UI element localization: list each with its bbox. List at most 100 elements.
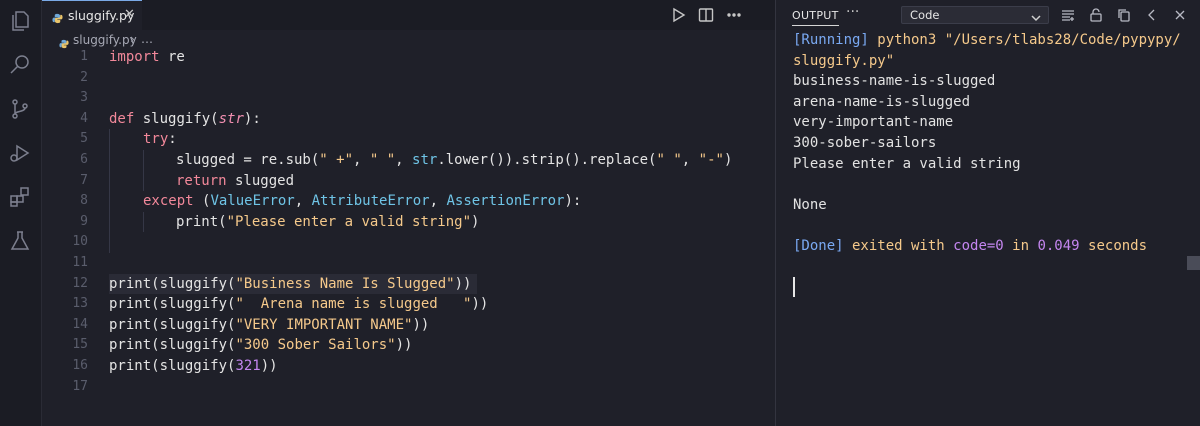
run-debug-icon[interactable]	[8, 141, 32, 165]
class-name: ValueError	[210, 193, 295, 210]
keyword: return	[176, 172, 227, 189]
log-line: very-important-name	[793, 114, 954, 131]
code-text: print(sluggify(	[109, 357, 236, 374]
class-name: AssertionError	[446, 193, 565, 210]
string: " "	[656, 151, 682, 168]
function-name: sluggify(	[134, 110, 219, 127]
tab-sluggify[interactable]: sluggify.py ✕	[42, 0, 142, 30]
code-line: 7 return slugged	[42, 170, 775, 192]
text-cursor	[793, 277, 795, 297]
testing-icon[interactable]	[8, 229, 32, 253]
line-number: 14	[72, 316, 88, 332]
line-number: 9	[80, 213, 88, 229]
code-text: ):	[243, 110, 261, 127]
output-panel: OUTPUT ··· Code [Running] python3 "/User…	[776, 0, 1200, 426]
line-number: 2	[80, 69, 88, 85]
code-text: ))	[260, 357, 278, 374]
activity-bar	[0, 0, 42, 426]
split-editor-icon[interactable]	[697, 6, 715, 24]
code-line: 15 print(sluggify("300 Sober Sailors"))	[42, 335, 775, 356]
code-line: 3	[42, 88, 775, 109]
line-number: 15	[72, 337, 88, 353]
panel-more-icon[interactable]: ···	[846, 4, 859, 20]
output-channel-select[interactable]: Code	[901, 6, 1049, 24]
lock-icon[interactable]	[1088, 7, 1104, 23]
keyword: try	[143, 131, 169, 148]
code-line: 11	[42, 253, 775, 274]
keyword: except	[143, 193, 194, 210]
string: " +"	[319, 151, 354, 168]
code-text: print(sluggify(	[109, 316, 236, 333]
code-text: slugged	[226, 172, 295, 189]
output-log[interactable]: [Running] python3 "/Users/tlabs28/Code/p…	[793, 30, 1188, 257]
filter-list-icon[interactable]	[1060, 7, 1076, 23]
code-line: 13 print(sluggify(" Arena name is slugged…	[42, 294, 775, 315]
line-number: 6	[80, 151, 88, 167]
extensions-icon[interactable]	[8, 185, 32, 209]
keyword: def	[109, 110, 135, 127]
close-icon[interactable]	[1172, 7, 1188, 23]
done-tag: [Done]	[793, 237, 844, 254]
line-number: 4	[80, 110, 88, 126]
code-text: ,	[395, 151, 413, 168]
code-text: ))	[395, 337, 413, 354]
breadcrumb-file[interactable]: sluggify.py	[73, 33, 137, 47]
search-icon[interactable]	[8, 53, 32, 77]
back-icon[interactable]	[1144, 7, 1160, 23]
scrollbar-thumb[interactable]	[1187, 256, 1200, 270]
line-number: 12	[72, 275, 88, 291]
tab-close-icon[interactable]: ✕	[124, 7, 135, 22]
output-channel-value: Code	[910, 8, 940, 22]
line-number: 10	[72, 234, 88, 250]
source-control-icon[interactable]	[8, 97, 32, 121]
more-actions-icon[interactable]	[725, 6, 743, 24]
log-line: None	[793, 196, 827, 213]
log-line: [Done] exited with code=0 in 0.049 secon…	[793, 236, 1188, 257]
line-number: 5	[80, 131, 88, 147]
line-number: 16	[72, 357, 88, 373]
log-text: exited with	[843, 237, 954, 254]
code-text: )	[471, 213, 480, 230]
code-text: ,	[681, 151, 699, 168]
breadcrumb-separator: ›	[130, 32, 135, 46]
string: " Arena name is slugged "	[235, 296, 472, 313]
log-line: 300-sober-sailors	[793, 134, 937, 151]
log-line: Please enter a valid string	[793, 155, 1021, 172]
line-number: 1	[80, 49, 88, 64]
code-text: ,	[294, 193, 312, 210]
run-command-cont: sluggify.py"	[793, 52, 895, 69]
log-line: arena-name-is-slugged	[793, 93, 971, 110]
code-text: )	[723, 151, 733, 168]
breadcrumb-more[interactable]: …	[141, 32, 153, 46]
code-line: 17	[42, 377, 775, 398]
code-editor[interactable]: 1 import re 2 3 4 def sluggify(str): 5 try:…	[42, 47, 775, 397]
string: " "	[369, 151, 396, 168]
string: "Business Name Is Slugged"	[235, 275, 455, 292]
string: "-"	[698, 151, 724, 168]
code-text: :	[168, 131, 177, 148]
code-text: ,	[429, 193, 447, 210]
editor-actions	[665, 0, 775, 30]
python-file-icon	[52, 9, 63, 24]
code-line: 4 def sluggify(str):	[42, 109, 775, 130]
code-text: print(sluggify(	[109, 337, 236, 354]
tab-output[interactable]: OUTPUT	[792, 9, 839, 26]
parameter: str	[218, 110, 244, 127]
code-line: 5 try:	[42, 129, 775, 150]
output-panel-header: OUTPUT ··· Code	[776, 0, 1200, 30]
code-line-active: 12 print(sluggify("Business Name Is Slugg…	[42, 273, 775, 295]
code-text: ,	[353, 151, 370, 168]
code-line: 1 import re	[42, 47, 775, 68]
line-number: 3	[80, 90, 88, 106]
code-line: 9 print("Please enter a valid string")	[42, 211, 775, 233]
exit-code: code=0	[953, 237, 1004, 254]
line-number: 13	[72, 296, 88, 312]
copy-icon[interactable]	[1116, 7, 1132, 23]
log-line: sluggify.py"	[793, 51, 1188, 72]
string: "Please enter a valid string"	[226, 213, 472, 230]
code-line: 8 except (ValueError, AttributeError, Ass…	[42, 191, 775, 212]
run-icon[interactable]	[669, 6, 687, 24]
code-text: print(sluggify(	[109, 296, 236, 313]
files-icon[interactable]	[8, 9, 32, 33]
log-line: [Running] python3 "/Users/tlabs28/Code/p…	[793, 30, 1188, 51]
